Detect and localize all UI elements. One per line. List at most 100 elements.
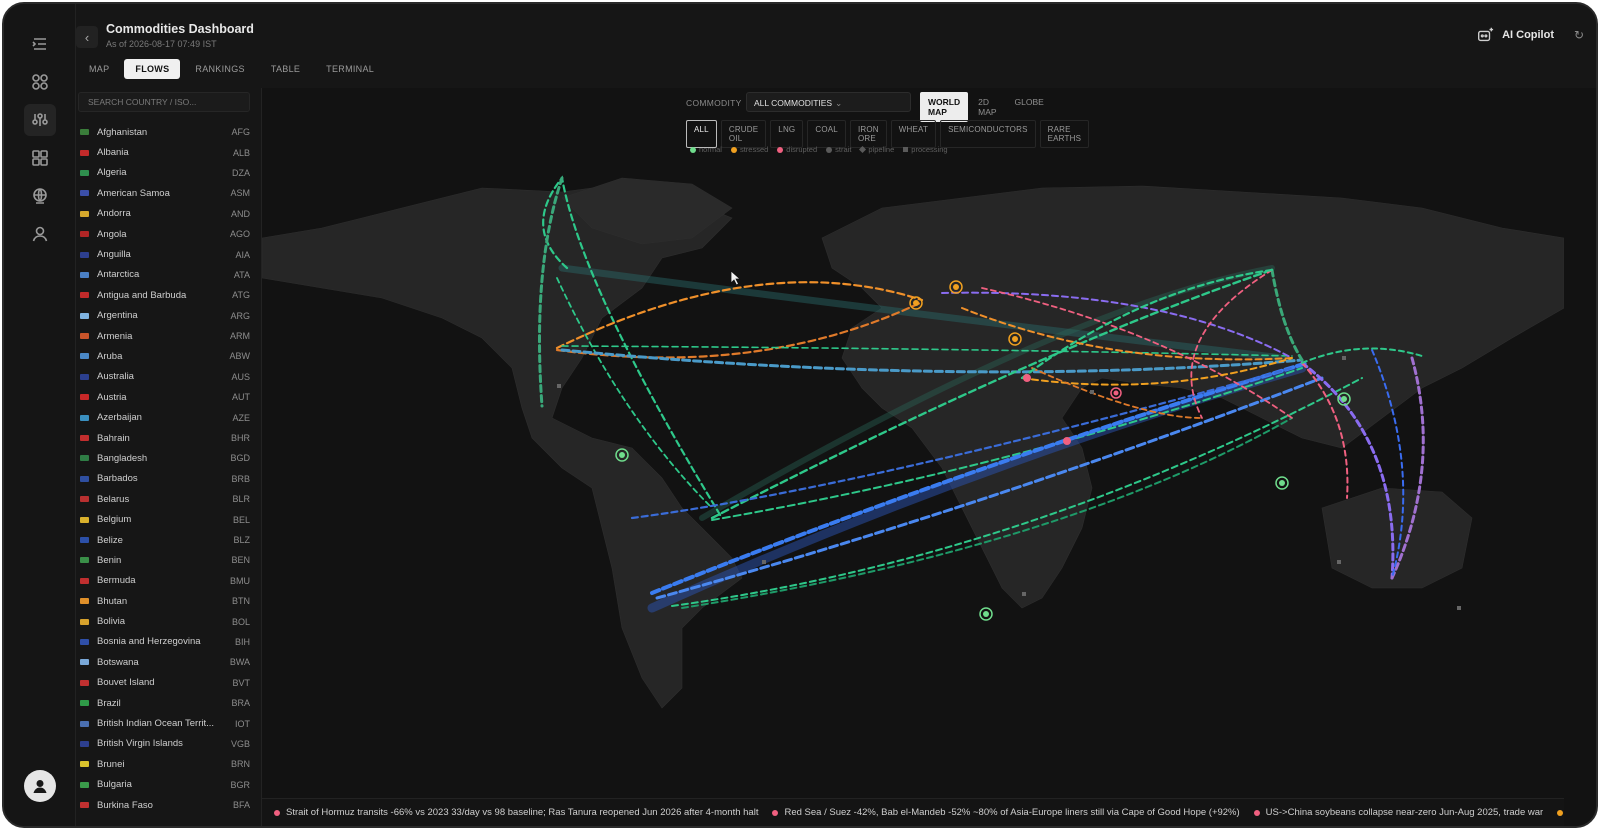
ticker-item[interactable]: US->China soybeans collapse near-zero Ju… [1253,807,1544,818]
country-search-input[interactable] [78,92,250,112]
country-name: Afghanistan [97,126,148,138]
country-row[interactable]: Bahrain BHR [80,428,250,448]
filter-chip[interactable]: ALL [686,120,717,148]
commodity-select[interactable]: ALL COMMODITIES ⌄ [746,92,911,112]
tab-table[interactable]: TABLE [260,59,311,79]
country-name: Anguilla [97,249,131,261]
node-normal[interactable] [979,607,993,621]
filter-chip[interactable]: LNG [770,120,804,148]
world-flow-map[interactable] [262,88,1564,778]
country-row[interactable]: Barbados BRB [80,469,250,489]
flag-icon [80,190,89,197]
country-row[interactable]: Burkina Faso BFA [80,795,250,815]
user-icon[interactable] [24,218,56,250]
country-row[interactable]: Brazil BRA [80,693,250,713]
country-row[interactable]: Botswana BWA [80,652,250,672]
account-avatar-icon[interactable] [24,770,56,802]
ai-copilot-button[interactable]: AI Copilot [1476,26,1554,44]
country-row[interactable]: Afghanistan AFG [80,122,250,142]
country-name: Brunei [97,758,125,770]
country-row[interactable]: Brunei BRN [80,754,250,774]
chevron-down-icon: ⌄ [835,98,843,108]
world-map-button[interactable]: WORLD MAP [920,92,969,122]
flows-icon[interactable] [24,104,56,136]
tab-rankings[interactable]: RANKINGS [184,59,255,79]
country-row[interactable]: Angola AGO [80,224,250,244]
filter-chip[interactable]: SEMICONDUCTORS [940,120,1036,148]
country-row[interactable]: Austria AUT [80,387,250,407]
country-row[interactable]: Bolivia BOL [80,611,250,631]
flag-icon [80,638,89,645]
status-legend: normal stressed disrupted strait pipeline pro… [690,145,948,154]
country-iso: ARM [230,331,250,342]
2d-map-button[interactable]: 2D MAP [970,92,1004,122]
icon-rail [4,4,76,826]
flag-icon [80,292,89,299]
grid-apps-icon[interactable] [24,66,56,98]
ticker-text: US->China soybeans collapse near-zero Ju… [1265,807,1544,818]
country-row[interactable]: British Virgin Islands VGB [80,734,250,754]
country-row[interactable]: Bermuda BMU [80,571,250,591]
ticker-item[interactable] [1557,809,1564,816]
country-row[interactable]: Australia AUS [80,367,250,387]
country-name: British Virgin Islands [97,738,183,750]
country-row[interactable]: Armenia ARM [80,326,250,346]
country-row[interactable]: British Indian Ocean Territ... IOT [80,713,250,733]
country-row[interactable]: Bosnia and Herzegovina BIH [80,632,250,652]
country-iso: BGD [230,453,250,464]
country-row[interactable]: Albania ALB [80,142,250,162]
ticker-item[interactable]: Strait of Hormuz transits -66% vs 2023 3… [274,807,758,818]
country-name: Bosnia and Herzegovina [97,636,201,648]
country-row[interactable]: Belgium BEL [80,509,250,529]
country-row[interactable]: Antarctica ATA [80,265,250,285]
filter-chip[interactable]: RARE EARTHS [1039,120,1090,148]
status-dot-icon [1557,809,1564,816]
country-row[interactable]: Argentina ARG [80,306,250,326]
node-normal[interactable] [1275,476,1289,490]
country-iso: AFG [231,127,250,138]
tab-map[interactable]: MAP [78,59,120,79]
filter-chip[interactable]: COAL [807,120,846,148]
flow-map-panel: COMMODITY ALL COMMODITIES ⌄ WORLD MAP 2D … [262,88,1596,826]
country-row[interactable]: Algeria DZA [80,163,250,183]
flag-icon [80,761,89,768]
tab-terminal[interactable]: TERMINAL [315,59,385,79]
flag-icon [80,435,89,442]
country-row[interactable]: Bangladesh BGD [80,448,250,468]
flag-icon [80,373,89,380]
country-row[interactable]: Bulgaria BGR [80,775,250,795]
back-button[interactable]: ‹ [76,26,98,48]
country-row[interactable]: American Samoa ASM [80,183,250,203]
country-name: Brazil [97,697,121,709]
node-disrupted[interactable] [1063,437,1071,445]
node-disrupted[interactable] [1110,387,1122,399]
filter-chip[interactable]: CRUDE OIL [720,120,767,148]
flag-icon [80,577,89,584]
globe-button[interactable]: GLOBE [1007,92,1052,122]
country-row[interactable]: Aruba ABW [80,346,250,366]
tab-flows[interactable]: FLOWS [124,59,181,79]
refresh-icon[interactable]: ↻ [1574,28,1584,42]
node-disrupted[interactable] [1023,374,1031,382]
country-name: Austria [97,391,127,403]
country-row[interactable]: Belarus BLR [80,489,250,509]
country-iso: ABW [229,351,250,362]
dashboard-icon[interactable] [24,142,56,174]
country-row[interactable]: Azerbaijan AZE [80,407,250,427]
country-row[interactable]: Bouvet Island BVT [80,673,250,693]
country-row[interactable]: Bhutan BTN [80,591,250,611]
country-row[interactable]: Benin BEN [80,550,250,570]
collapse-menu-icon[interactable] [24,28,56,60]
globe-icon[interactable] [24,180,56,212]
country-row[interactable]: Belize BLZ [80,530,250,550]
filter-chip[interactable]: WHEAT [890,120,937,148]
flag-icon [80,231,89,238]
filter-chip[interactable]: IRON ORE [849,120,887,148]
country-row[interactable]: Anguilla AIA [80,244,250,264]
legend-label: disrupted [786,145,818,154]
country-row[interactable]: Andorra AND [80,204,250,224]
country-row[interactable]: Antigua and Barbuda ATG [80,285,250,305]
country-name: Bouvet Island [97,677,155,689]
legend-item: strait [826,145,851,154]
ticker-item[interactable]: Red Sea / Suez -42%, Bab el-Mandeb -52% … [772,807,1240,818]
